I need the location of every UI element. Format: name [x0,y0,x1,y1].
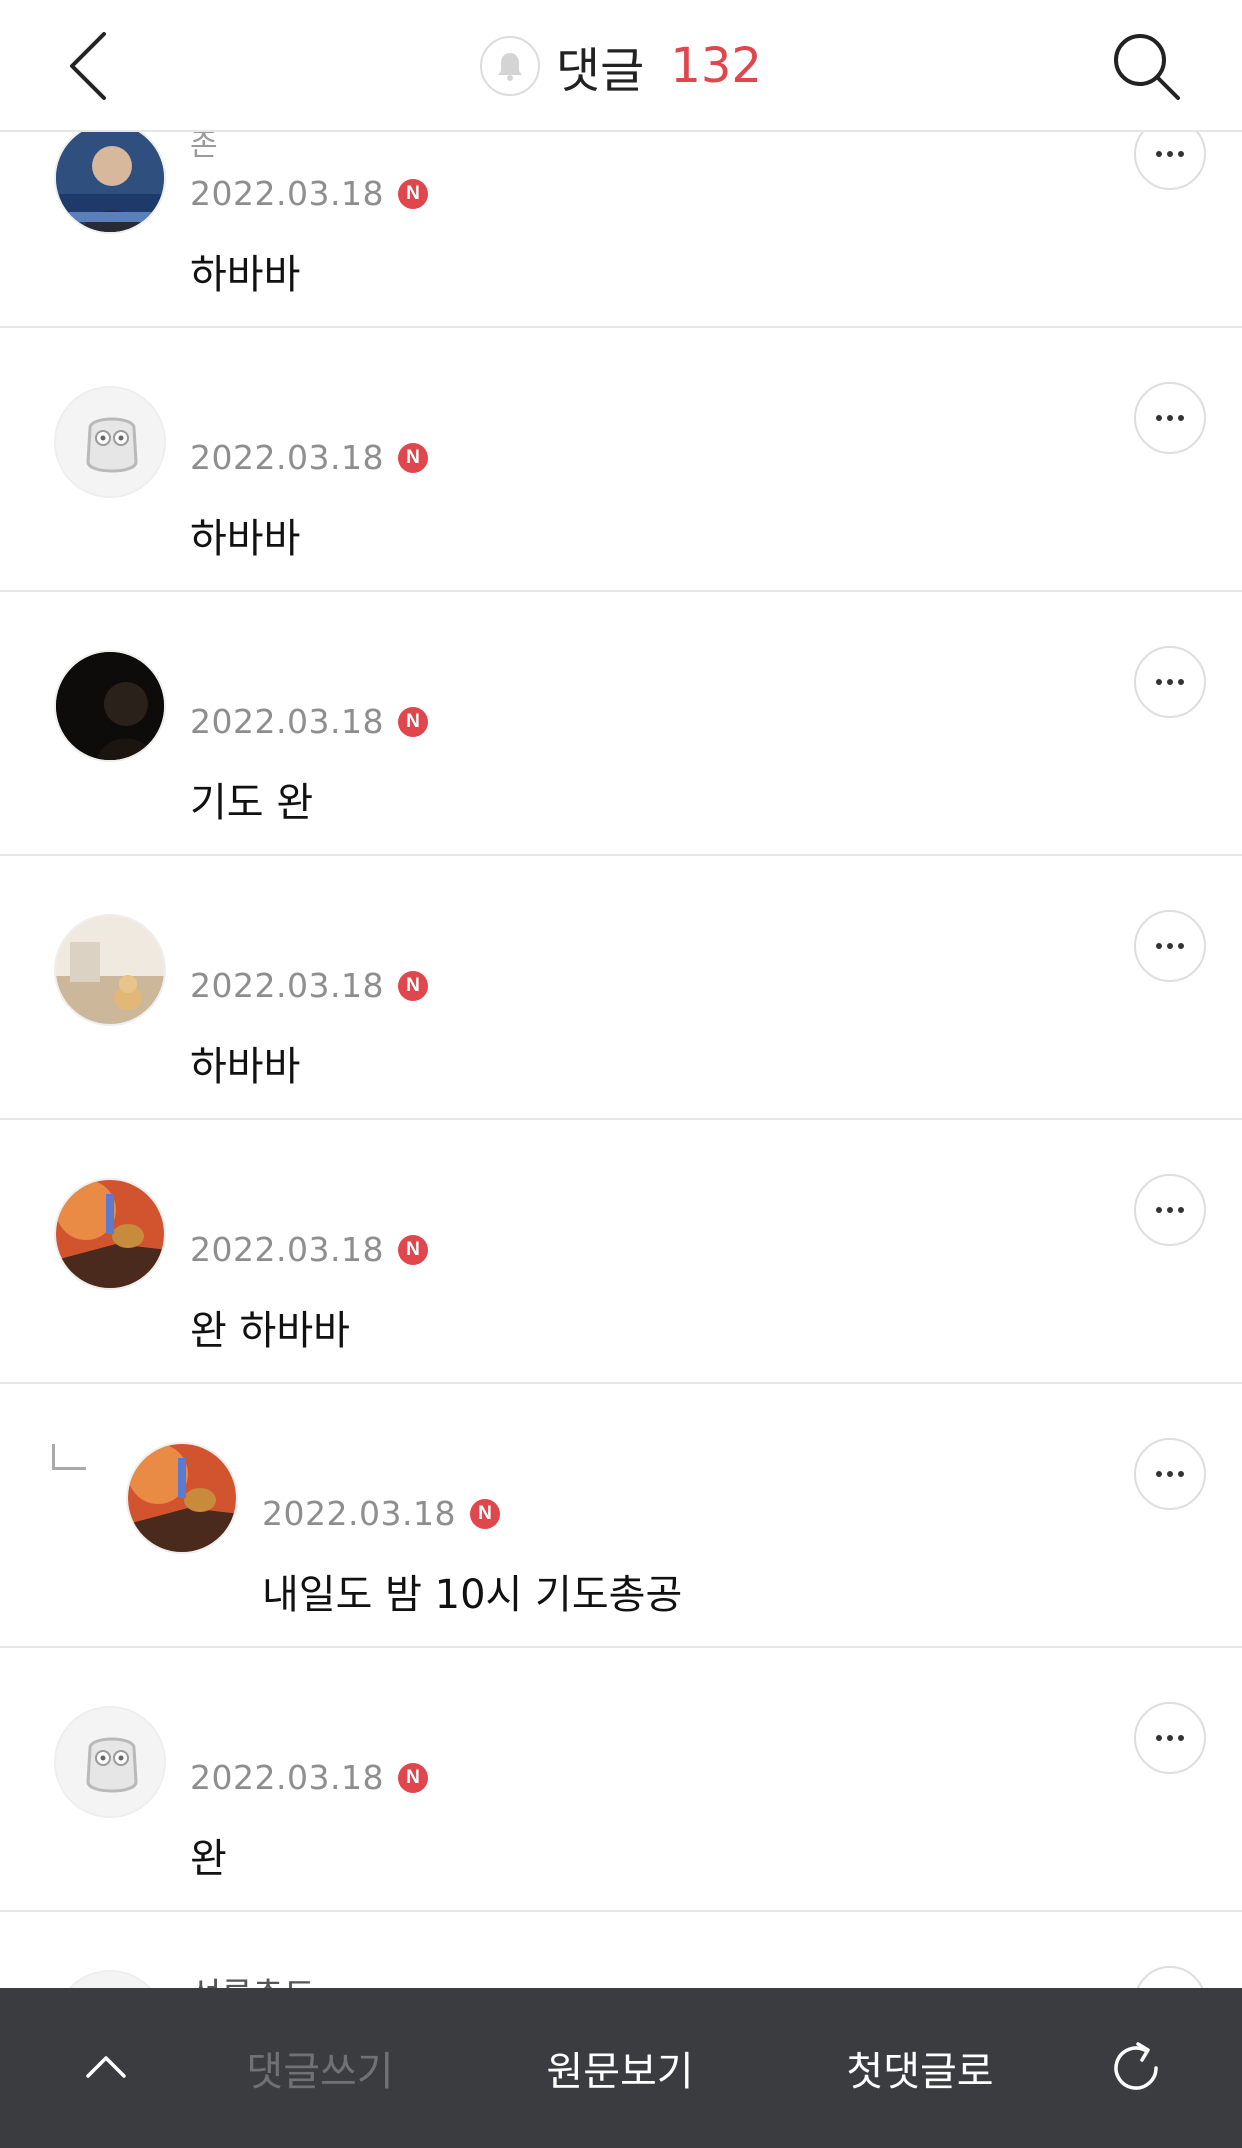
more-options-button[interactable] [1134,910,1206,982]
comment-date: 2022.03.18 [262,1494,456,1533]
more-dots-icon [1156,1207,1162,1213]
comment-date: 2022.03.18 [190,1230,384,1269]
view-original-button[interactable]: 원문보기 [530,1988,710,2148]
comment-meta: 2022.03.18 N [190,438,428,477]
scroll-top-button[interactable] [70,1988,142,2148]
comment-author[interactable] [190,384,410,424]
notification-toggle[interactable] [480,36,541,96]
comment-date: 2022.03.18 [190,966,384,1005]
comment-text: 완 [190,1836,227,1882]
refresh-icon [1114,2042,1158,2090]
more-options-button[interactable] [1134,1174,1206,1246]
reply-indicator-icon [52,1444,86,1470]
comment-author[interactable]: 선룡촉도 [190,1968,410,1988]
comment-meta: 2022.03.18 N [262,1494,500,1533]
comment-text: 완 하바바 [190,1308,350,1354]
comment-date: 2022.03.18 [190,174,384,213]
comment-author[interactable] [190,1704,410,1744]
comment-item: 2022.03.18 N 완 하바바 [0,1120,1242,1384]
new-badge: N [397,1234,428,1265]
chevron-up-icon [86,2056,126,2078]
avatar-image [56,1180,164,1288]
comment-text: 기도 완 [190,780,314,826]
comment-date: 2022.03.18 [190,702,384,741]
page-title: 댓글 132 [0,0,1242,132]
default-avatar-icon [56,388,164,496]
reply-item: 2022.03.18 N 내일도 밤 10시 기도총공 [0,1384,1242,1648]
comment-author[interactable] [190,1176,410,1216]
new-badge: N [397,178,428,209]
avatar-image [128,1444,236,1552]
avatar[interactable] [54,1970,166,1988]
comment-author[interactable] [190,648,410,688]
comment-list[interactable]: 존 2022.03.18 N 하바바 2022.03.18 N 하바바 2022… [0,132,1242,1988]
new-badge: N [397,706,428,737]
comment-meta: 2022.03.18 N [190,1230,428,1269]
avatar[interactable] [54,650,166,762]
comment-author[interactable]: 존 [190,132,410,160]
comment-count: 132 [670,38,762,94]
more-dots-icon [1156,1735,1162,1741]
new-badge: N [397,1762,428,1793]
avatar[interactable] [54,914,166,1026]
more-options-button[interactable] [1134,382,1206,454]
first-comment-button[interactable]: 첫댓글로 [830,1988,1010,2148]
search-icon [1114,34,1180,100]
comment-date: 2022.03.18 [190,1758,384,1797]
write-comment-button[interactable]: 댓글쓰기 [230,1988,410,2148]
comment-text: 하바바 [190,252,301,298]
avatar[interactable] [54,1178,166,1290]
title-label: 댓글 [556,43,645,99]
comment-item: 2022.03.18 N 하바바 [0,856,1242,1120]
comment-item: 존 2022.03.18 N 하바바 [0,132,1242,328]
comment-item: 2022.03.18 N 기도 완 [0,592,1242,856]
comment-text: 하바바 [190,516,301,562]
new-badge: N [469,1498,500,1529]
avatar[interactable] [126,1442,238,1554]
comment-date: 2022.03.18 [190,438,384,477]
more-dots-icon [1156,943,1162,949]
comment-meta: 2022.03.18 N [190,174,428,213]
comment-meta: 2022.03.18 N [190,966,428,1005]
refresh-button[interactable] [1100,1988,1172,2148]
default-avatar-icon [56,1708,164,1816]
comment-author[interactable] [262,1440,482,1480]
bottom-toolbar: 댓글쓰기 원문보기 첫댓글로 [0,1988,1242,2148]
more-dots-icon [1156,679,1162,685]
comment-text: 내일도 밤 10시 기도총공 [262,1572,683,1618]
more-options-button[interactable] [1134,646,1206,718]
comment-item: 선룡촉도 [0,1912,1242,1988]
default-avatar-icon [56,1972,164,1988]
avatar-image [56,916,164,1024]
avatar-image [56,132,164,232]
comment-meta: 2022.03.18 N [190,1758,428,1797]
new-badge: N [397,442,428,473]
more-options-button[interactable] [1134,1438,1206,1510]
comment-meta: 2022.03.18 N [190,702,428,741]
bell-icon [498,53,523,81]
avatar[interactable] [54,132,166,234]
comment-text: 하바바 [190,1044,301,1090]
avatar-image [56,652,164,760]
more-options-button[interactable] [1134,1966,1206,1988]
search-button[interactable] [1106,26,1186,106]
more-options-button[interactable] [1134,1702,1206,1774]
comment-item: 2022.03.18 N 하바바 [0,328,1242,592]
avatar[interactable] [54,386,166,498]
comment-item: 2022.03.18 N 완 [0,1648,1242,1912]
more-dots-icon [1156,415,1162,421]
more-options-button[interactable] [1134,132,1206,190]
comment-author[interactable] [190,912,410,952]
new-badge: N [397,970,428,1001]
more-dots-icon [1156,1471,1162,1477]
avatar[interactable] [54,1706,166,1818]
more-dots-icon [1156,151,1162,157]
top-navigation-bar: 댓글 132 [0,0,1242,132]
